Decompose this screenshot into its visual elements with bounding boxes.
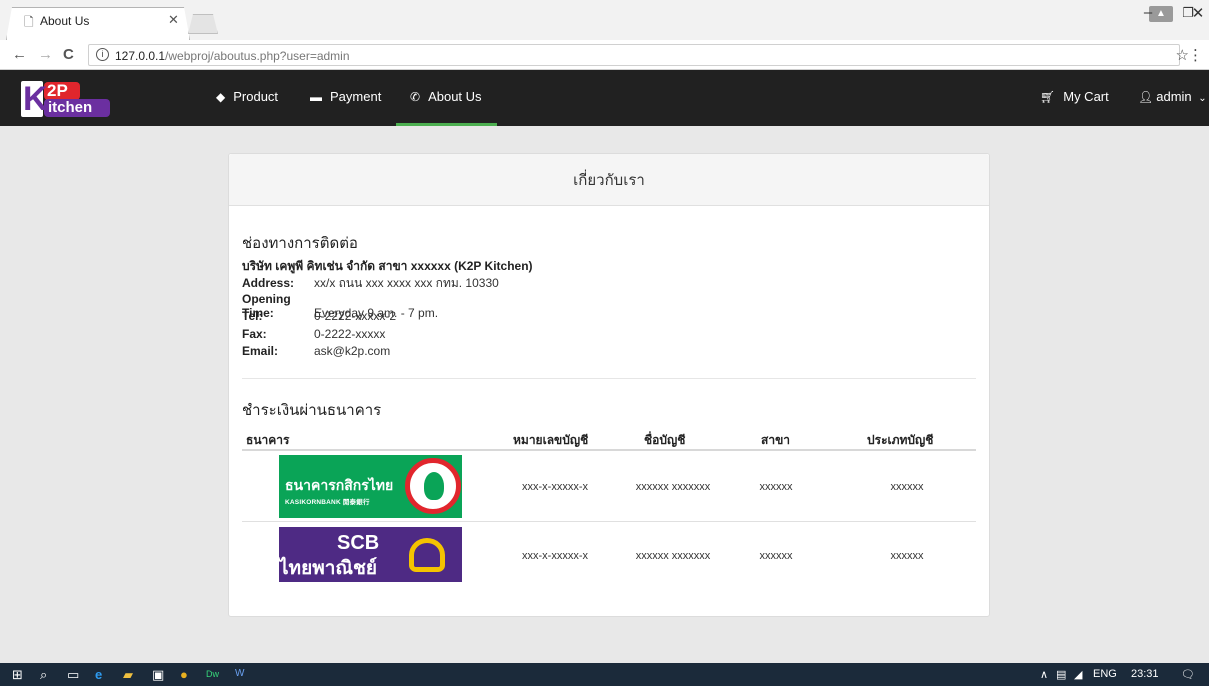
table-cell: xxxxxx xxxxxxx — [635, 550, 711, 562]
active-nav-indicator — [396, 123, 497, 126]
notifications-icon[interactable]: 🗨︎ — [1181, 668, 1195, 681]
kasikornbank-logo: ธนาคารกสิกรไทย KASIKORNBANK 開泰銀行 — [279, 455, 462, 518]
minimize-button[interactable]: – — [1128, 4, 1168, 21]
user-menu[interactable]: 👤︎ admin ⌄ — [1138, 70, 1207, 126]
contact-tel: Tel: 0-2222-xxxxx-2 — [242, 309, 397, 323]
word-icon[interactable]: W — [235, 668, 244, 679]
taskbar: ⊞ ⌕ ▭ e ▰ ▣ ● Dw W ∧ ▤ ◢ ENG 23:31 🗨︎ — [0, 663, 1209, 686]
header-account-name: ชื่อบัญชี — [644, 433, 686, 447]
wifi-icon[interactable]: ◢ — [1074, 668, 1082, 681]
windows-start-icon[interactable]: ⊞ — [12, 667, 23, 683]
chevron-down-icon: ⌄ — [1198, 93, 1207, 104]
bank-section-title: ชำระเงินผ่านธนาคาร — [242, 402, 382, 419]
page-icon: 🗋 — [24, 15, 34, 29]
menu-icon[interactable]: ⋮ — [1188, 46, 1203, 64]
table-cell: xxxxxx — [890, 550, 924, 562]
about-card: เกี่ยวกับเรา ช่องทางการติดต่อ บริษัท เคพ… — [228, 153, 990, 617]
table-row: xxx-x-xxxxx-x — [522, 481, 588, 493]
bookmark-star-icon[interactable]: ☆ — [1176, 46, 1189, 64]
search-icon[interactable]: ⌕ — [40, 667, 47, 683]
task-view-icon[interactable]: ▭ — [67, 667, 79, 683]
section-divider — [242, 378, 976, 379]
k2p-kitchen-logo[interactable]: K 2P itchen — [20, 79, 112, 119]
header-account-no: หมายเลขบัญชี — [513, 433, 589, 447]
logo-2p: 2P — [47, 81, 68, 100]
browser-tab-bar: 🗋 About Us ✕ ▲ – ❐ ✕ — [0, 0, 1209, 40]
credit-card-icon: ▬ — [310, 90, 322, 104]
user-icon: 👤︎ — [1138, 90, 1154, 104]
tray-chevron-icon[interactable]: ∧ — [1040, 668, 1048, 681]
site-navbar: K 2P itchen ◆ Product ▬ Payment ✆ About Us … — [0, 70, 1209, 126]
edge-icon[interactable]: e — [95, 667, 102, 682]
address-bar: ← → C i 127.0.0.1/webproj/aboutus.php?us… — [0, 40, 1209, 70]
clock[interactable]: 23:31 — [1131, 668, 1159, 680]
cart-icon: 🛒︎ — [1040, 90, 1056, 104]
url-input[interactable]: i 127.0.0.1/webproj/aboutus.php?user=adm… — [88, 44, 1180, 66]
nav-payment[interactable]: ▬ Payment — [310, 70, 381, 126]
info-icon[interactable]: i — [96, 48, 109, 61]
tag-icon: ◆ — [216, 90, 226, 104]
scb-emblem-icon — [409, 538, 445, 572]
header-branch: สาขา — [761, 433, 791, 447]
contact-email: Email: ask@k2p.com — [242, 344, 391, 358]
file-explorer-icon[interactable]: ▰ — [123, 667, 133, 683]
dreamweaver-icon[interactable]: Dw — [206, 669, 219, 679]
network-icon[interactable]: ▤ — [1056, 668, 1066, 681]
store-icon[interactable]: ▣ — [152, 667, 164, 683]
row-divider — [242, 521, 976, 522]
card-header: เกี่ยวกับเรา — [229, 154, 989, 206]
contact-section-title: ช่องทางการติดต่อ — [242, 235, 358, 252]
kbank-emblem-icon — [405, 458, 461, 514]
url-path: /webproj/aboutus.php?user=admin — [165, 49, 350, 63]
close-window-icon[interactable]: ✕ — [1188, 4, 1208, 22]
nav-product[interactable]: ◆ Product — [216, 70, 278, 126]
logo-itchen: itchen — [48, 99, 93, 116]
table-row: xxx-x-xxxxx-x — [522, 550, 588, 562]
back-icon[interactable]: ← — [12, 46, 27, 63]
nav-about-us[interactable]: ✆ About Us — [410, 70, 482, 126]
tab-close-icon[interactable]: ✕ — [168, 12, 179, 28]
language-indicator[interactable]: ENG — [1093, 668, 1117, 680]
table-cell: xxxxxx xxxxxxx — [635, 481, 711, 493]
table-header-line — [242, 449, 976, 451]
chrome-icon[interactable]: ● — [180, 667, 188, 682]
table-cell: xxxxxx — [759, 550, 793, 562]
phone-icon: ✆ — [410, 90, 421, 104]
table-cell: xxxxxx — [890, 481, 924, 493]
header-account-type: ประเภทบัญชี — [867, 433, 934, 447]
logo-letter: K — [23, 80, 48, 118]
contact-address: Address: xx/x ถนน xxx xxxx xxx กทม. 10330 — [242, 276, 499, 290]
header-bank: ธนาคาร — [246, 433, 290, 447]
new-tab-button[interactable] — [188, 14, 218, 34]
table-cell: xxxxxx — [759, 481, 793, 493]
scb-logo: SCB ไทยพาณิชย์ — [279, 527, 462, 582]
contact-fax: Fax: 0-2222-xxxxx — [242, 327, 386, 341]
tab-title: About Us — [40, 14, 90, 28]
reload-icon[interactable]: C — [63, 46, 74, 63]
url-host: 127.0.0.1 — [115, 49, 166, 63]
nav-my-cart[interactable]: 🛒︎ My Cart — [1040, 70, 1109, 126]
forward-icon[interactable]: → — [38, 46, 53, 63]
